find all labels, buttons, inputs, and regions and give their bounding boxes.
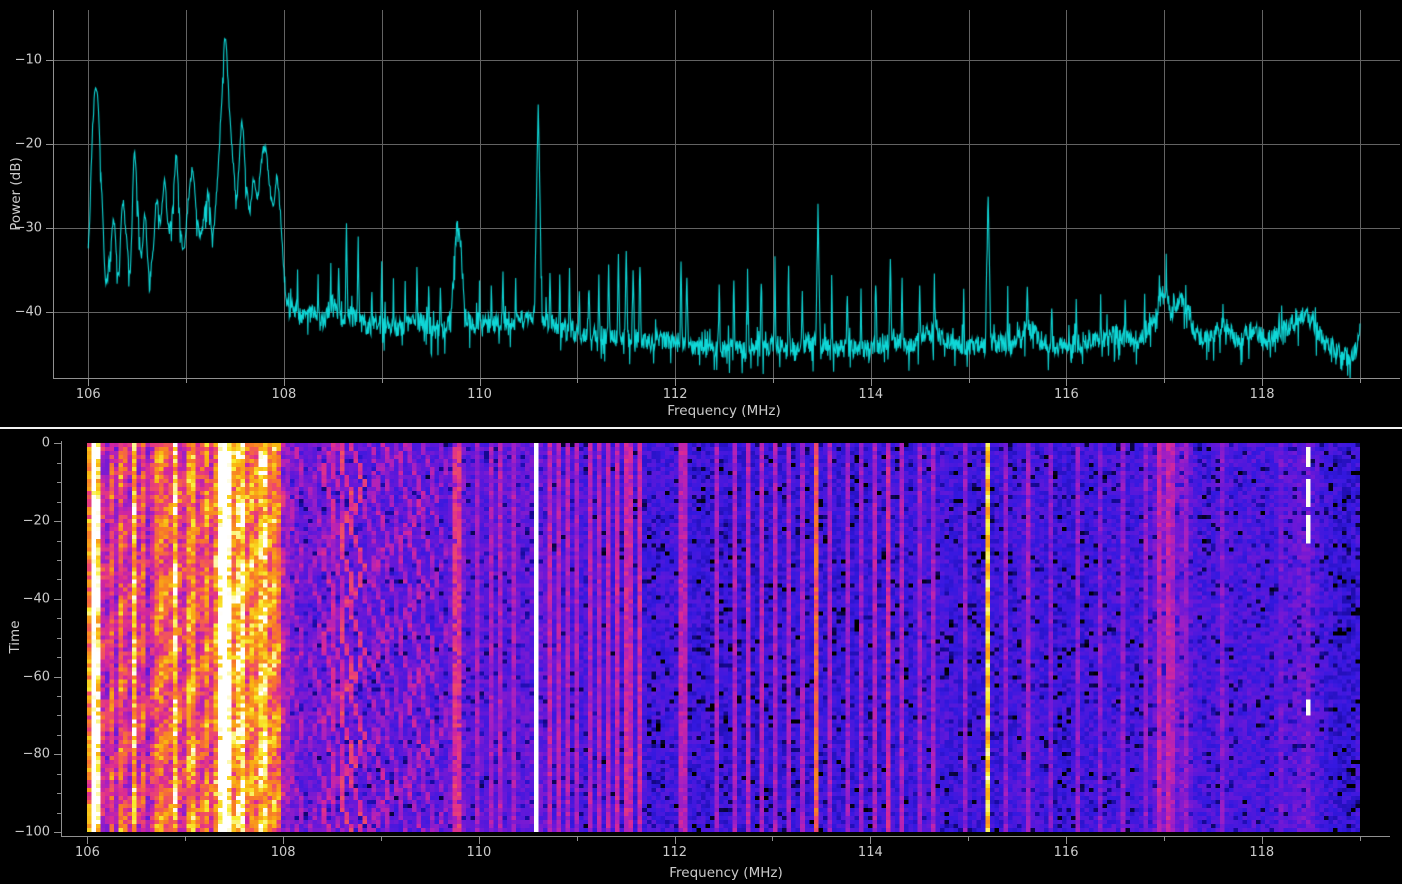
waterfall-x-tick [87, 837, 88, 844]
waterfall-y-tick-label: −100 [14, 825, 50, 840]
spectrum-y-tick [46, 144, 53, 145]
waterfall-y-minor-tick [57, 657, 61, 658]
spectrum-x-tick-label: 106 [76, 387, 101, 402]
spectrum-x-tick-label: 110 [467, 387, 492, 402]
waterfall-bottom-spine [61, 836, 1390, 837]
waterfall-y-minor-tick [57, 735, 61, 736]
waterfall-x-tick [479, 837, 480, 844]
spectrum-y-tick [46, 312, 53, 313]
waterfall-y-minor-tick [57, 618, 61, 619]
waterfall-x-tick [1066, 837, 1067, 844]
spectrum-x-tick-label: 114 [858, 387, 883, 402]
waterfall-x-tick [968, 837, 969, 841]
waterfall-x-tick [772, 837, 773, 841]
waterfall-x-tick [675, 837, 676, 844]
spectrum-x-tick [1066, 379, 1067, 386]
waterfall-x-tick [185, 837, 186, 841]
spectrum-x-tick-label: 118 [1250, 387, 1275, 402]
spectrum-x-tick-label: 112 [663, 387, 688, 402]
waterfall-left-spine [61, 441, 62, 836]
spectrum-y-tick-label: −10 [12, 53, 42, 68]
waterfall-y-minor-tick [57, 463, 61, 464]
waterfall-y-minor-tick [57, 793, 61, 794]
waterfall-x-axis-label: Frequency (MHz) [669, 865, 782, 881]
spectrum-x-tick [773, 379, 774, 383]
waterfall-y-minor-tick [57, 638, 61, 639]
spectrum-x-tick [1360, 379, 1361, 383]
waterfall-y-minor-tick [57, 715, 61, 716]
waterfall-y-tick-label: −60 [14, 669, 50, 684]
spectrum-x-tick [186, 379, 187, 383]
waterfall-y-minor-tick [57, 774, 61, 775]
waterfall-y-tick-label: −80 [14, 747, 50, 762]
waterfall-y-tick [54, 443, 61, 444]
spectrum-y-tick [46, 60, 53, 61]
spectrum-x-tick [480, 379, 481, 386]
waterfall-x-tick [283, 837, 284, 844]
spectrum-x-tick [577, 379, 578, 383]
waterfall-x-tick [870, 837, 871, 844]
power-spectrum-chart: 106108110112114116118−10−20−30−40 Power … [0, 0, 1402, 427]
spectrum-x-tick [1164, 379, 1165, 383]
spectrum-line-canvas [54, 10, 1400, 378]
waterfall-x-tick-label: 110 [466, 845, 491, 860]
spectrum-x-tick [969, 379, 970, 383]
spectrum-left-spine [53, 10, 54, 378]
spectrum-x-axis-label: Frequency (MHz) [667, 403, 780, 419]
waterfall-y-tick-label: 0 [14, 436, 50, 451]
waterfall-x-tick-label: 108 [271, 845, 296, 860]
waterfall-x-tick-label: 106 [75, 845, 100, 860]
spectrum-y-tick-label: −20 [12, 137, 42, 152]
spectrum-x-tick [871, 379, 872, 386]
waterfall-x-tick [1360, 837, 1361, 841]
spectrum-y-tick-label: −40 [12, 305, 42, 320]
waterfall-spectrogram-chart: 106 108 110 112 114 116 118 0 −20 −40 −60 −80 −100 T… [0, 429, 1402, 884]
waterfall-x-tick [381, 837, 382, 841]
waterfall-y-minor-tick [57, 502, 61, 503]
waterfall-y-tick [54, 521, 61, 522]
spectrum-y-axis-label: Power (dB) [8, 157, 24, 230]
waterfall-y-tick [54, 754, 61, 755]
spectrum-x-tick [382, 379, 383, 383]
waterfall-y-tick-label: −40 [14, 591, 50, 606]
waterfall-y-minor-tick [57, 482, 61, 483]
waterfall-x-tick-label: 118 [1249, 845, 1274, 860]
spectrum-x-tick-label: 108 [271, 387, 296, 402]
spectrum-x-tick [284, 379, 285, 386]
spectrum-y-tick [46, 228, 53, 229]
waterfall-x-tick-label: 112 [662, 845, 687, 860]
waterfall-y-tick [54, 599, 61, 600]
waterfall-x-tick [1164, 837, 1165, 841]
waterfall-y-tick [54, 832, 61, 833]
spectrum-x-tick [675, 379, 676, 386]
spectrum-x-tick [1262, 379, 1263, 386]
waterfall-y-tick [54, 677, 61, 678]
waterfall-y-minor-tick [57, 560, 61, 561]
waterfall-x-tick [577, 837, 578, 841]
spectrum-bottom-spine [53, 378, 1400, 379]
waterfall-y-tick-label: −20 [14, 514, 50, 529]
waterfall-x-tick-label: 114 [858, 845, 883, 860]
spectrum-x-tick-label: 116 [1054, 387, 1079, 402]
waterfall-y-minor-tick [57, 579, 61, 580]
waterfall-x-tick-label: 116 [1054, 845, 1079, 860]
waterfall-y-axis-label: Time [7, 620, 23, 653]
waterfall-heatmap-canvas [87, 443, 1360, 832]
waterfall-y-minor-tick [57, 696, 61, 697]
waterfall-x-tick [1262, 837, 1263, 844]
waterfall-y-minor-tick [57, 813, 61, 814]
spectrum-analyzer-app: { "window": {"width": 1402, "height": 88… [0, 0, 1402, 884]
waterfall-y-minor-tick [57, 541, 61, 542]
spectrum-x-tick [88, 379, 89, 386]
